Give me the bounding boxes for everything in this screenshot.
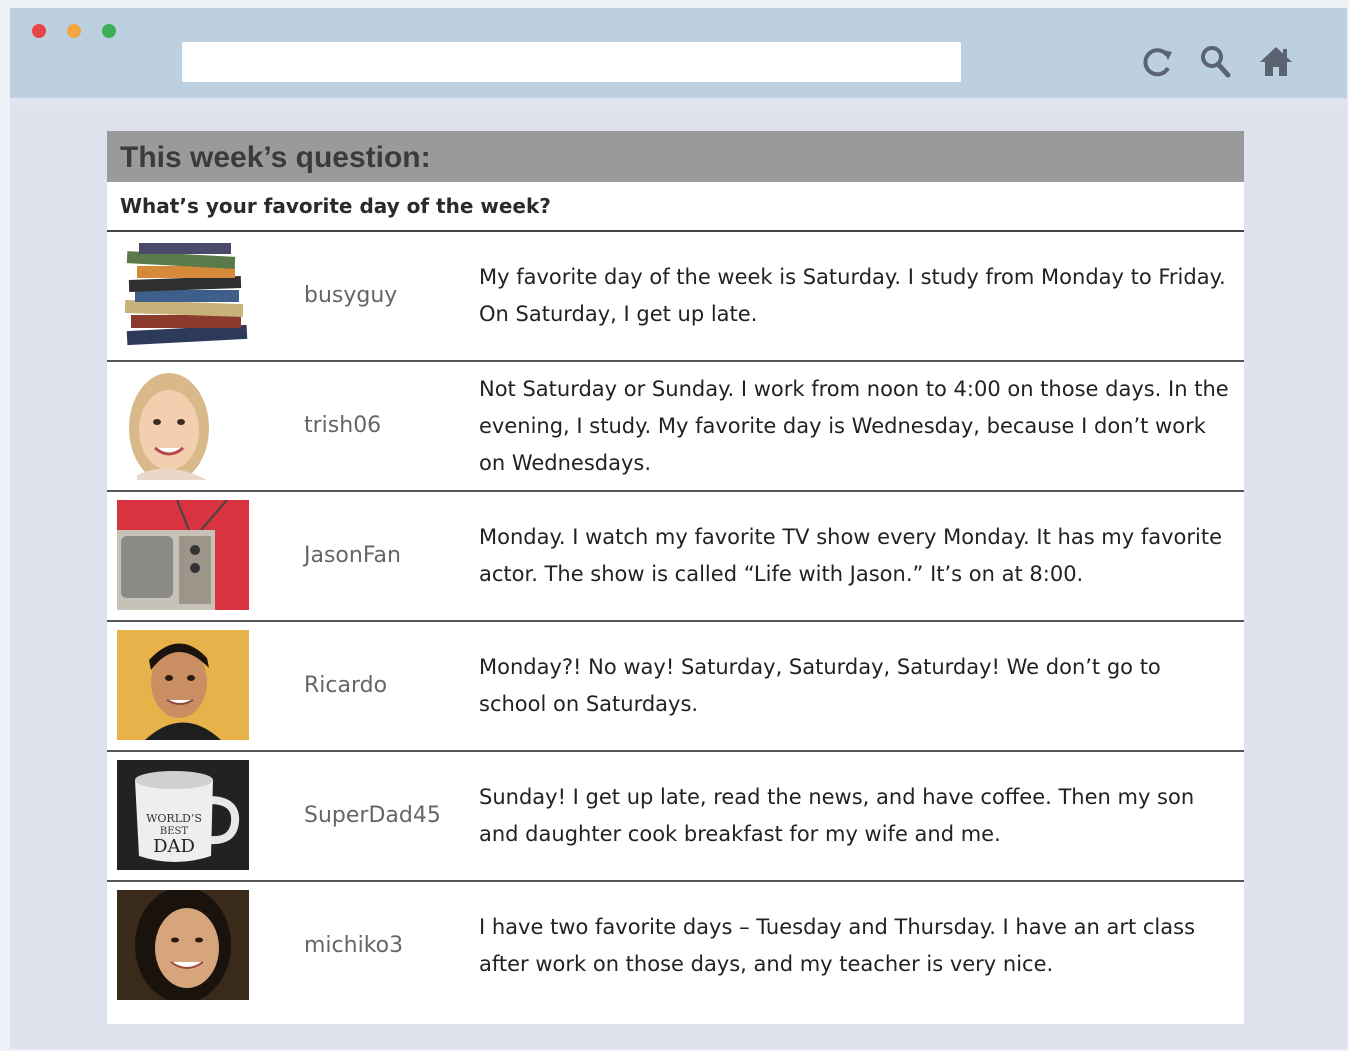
post-message: Monday?! No way! Saturday, Saturday, Sat… bbox=[479, 655, 1161, 716]
forum-post: michiko3 I have two favorite days – Tues… bbox=[107, 882, 1244, 1008]
browser-toolbar bbox=[10, 8, 1347, 98]
post-message: I have two favorite days – Tuesday and T… bbox=[479, 915, 1196, 976]
forum-post: JasonFan Monday. I watch my favorite TV … bbox=[107, 492, 1244, 622]
post-username[interactable]: SuperDad45 bbox=[304, 752, 441, 880]
close-window-button[interactable] bbox=[32, 24, 46, 38]
avatar-man bbox=[117, 630, 249, 740]
minimize-window-button[interactable] bbox=[67, 24, 81, 38]
avatar-michiko bbox=[117, 890, 249, 1000]
forum-post: trish06 Not Saturday or Sunday. I work f… bbox=[107, 362, 1244, 492]
avatar-woman bbox=[117, 370, 249, 480]
avatar-books bbox=[117, 240, 249, 350]
post-username[interactable]: michiko3 bbox=[304, 882, 403, 1010]
avatar-mug: WORLD’S BEST DAD bbox=[117, 760, 249, 870]
post-message: Monday. I watch my favorite TV show ever… bbox=[479, 525, 1223, 586]
post-message: My favorite day of the week is Saturday.… bbox=[479, 265, 1226, 326]
mug-text-line3: DAD bbox=[153, 836, 195, 857]
post-username[interactable]: trish06 bbox=[304, 362, 381, 490]
maximize-window-button[interactable] bbox=[102, 24, 116, 38]
forum-post: WORLD’S BEST DAD SuperDad45 Sunday! I ge… bbox=[107, 752, 1244, 882]
post-message: Sunday! I get up late, read the news, an… bbox=[479, 785, 1195, 846]
post-username[interactable]: busyguy bbox=[304, 232, 397, 360]
search-icon[interactable] bbox=[1196, 42, 1236, 82]
refresh-icon[interactable] bbox=[1137, 42, 1177, 82]
forum-post: Ricardo Monday?! No way! Saturday, Satur… bbox=[107, 622, 1244, 752]
question-header: This week’s question: bbox=[107, 131, 1244, 182]
avatar-tv bbox=[117, 500, 249, 610]
post-username[interactable]: Ricardo bbox=[304, 622, 387, 750]
question-text: What’s your favorite day of the week? bbox=[107, 182, 1244, 232]
home-icon[interactable] bbox=[1256, 42, 1296, 82]
forum-panel: This week’s question: What’s your favori… bbox=[107, 131, 1244, 1024]
post-message: Not Saturday or Sunday. I work from noon… bbox=[479, 376, 1229, 475]
address-bar[interactable] bbox=[182, 42, 961, 82]
post-username[interactable]: JasonFan bbox=[304, 492, 401, 620]
mug-text-line1: WORLD’S bbox=[146, 812, 202, 825]
forum-post: busyguy My favorite day of the week is S… bbox=[107, 232, 1244, 362]
